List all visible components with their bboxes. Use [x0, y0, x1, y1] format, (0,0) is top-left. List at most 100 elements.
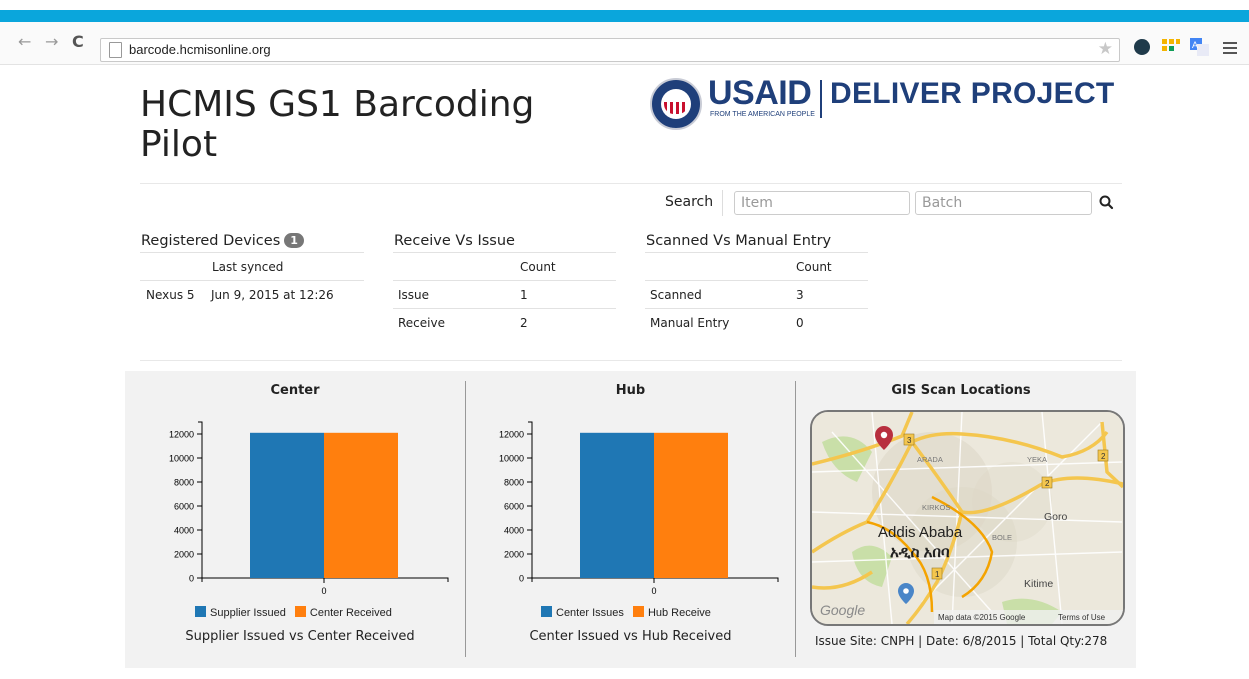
gis-title: GIS Scan Locations — [891, 383, 1031, 398]
device-name: Nexus 5 — [146, 288, 195, 302]
svm-scanned-count: 3 — [796, 288, 804, 302]
receive-vs-issue-title: Receive Vs Issue — [394, 233, 515, 249]
y-tick-label: 12000 — [499, 430, 524, 440]
item-search-field[interactable] — [734, 191, 910, 215]
svm-row-line — [645, 308, 868, 309]
svg-text:A: A — [1192, 40, 1198, 50]
devices-header-line — [140, 252, 364, 253]
batch-search-input[interactable] — [916, 192, 1091, 214]
logo-project: DELIVER PROJECT — [830, 77, 1115, 110]
browser-toolbar: ← → C barcode.hcmisonline.org ★ — [0, 22, 1249, 65]
usaid-deliver-logo: USAID FROM THE AMERICAN PEOPLE DELIVER P… — [650, 74, 1120, 130]
gis-footer: Issue Site: CNPH | Date: 6/8/2015 | Tota… — [815, 634, 1108, 648]
map-canvas[interactable]: ARADA YEKA KIRKOS Goro BOLE Kitime Addis… — [812, 412, 1123, 624]
url-text: barcode.hcmisonline.org — [129, 42, 271, 57]
legend-label: Center Issues — [556, 607, 624, 619]
hub-bar-chart: 0 2000 4000 6000 8000 10000 12000 0 — [499, 421, 779, 596]
gis-map[interactable]: ARADA YEKA KIRKOS Goro BOLE Kitime Addis… — [810, 410, 1125, 626]
y-tick-label: 4000 — [504, 526, 524, 536]
x-tick-label: 0 — [651, 586, 656, 596]
x-axis — [201, 577, 449, 582]
x-axis — [531, 577, 779, 582]
legend-label: Supplier Issued — [210, 607, 286, 619]
scanned-vs-manual-title: Scanned Vs Manual Entry — [646, 233, 832, 249]
section-divider — [140, 360, 1122, 361]
map-label: BOLE — [992, 533, 1012, 542]
y-tick-label: 0 — [189, 574, 194, 584]
svm-scanned-label: Scanned — [650, 288, 702, 302]
x-tick-label: 0 — [321, 586, 326, 596]
device-last-synced: Jun 9, 2015 at 12:26 — [211, 288, 334, 302]
road-marker-label: 2 — [1045, 479, 1050, 488]
back-icon[interactable]: ← — [18, 32, 31, 51]
y-tick-label: 2000 — [174, 550, 194, 560]
y-axis — [528, 421, 533, 579]
menu-icon[interactable] — [1223, 42, 1237, 54]
rvi-receive-count: 2 — [520, 316, 528, 330]
reload-icon[interactable]: C — [72, 32, 84, 51]
bookmark-star-icon[interactable]: ★ — [1098, 39, 1113, 59]
registered-devices-label: Registered Devices — [141, 233, 281, 249]
map-city-local-label: አዲስ አበባ — [890, 544, 950, 561]
legend-swatch — [195, 606, 206, 617]
y-tick-label: 6000 — [174, 502, 194, 512]
svm-manual-count: 0 — [796, 316, 804, 330]
bar-series-2 — [654, 432, 728, 578]
map-label: YEKA — [1027, 455, 1047, 464]
center-chart-title: Center — [270, 383, 320, 398]
logo-tagline: FROM THE AMERICAN PEOPLE — [710, 111, 815, 118]
hub-chart-title: Hub — [615, 383, 646, 398]
map-terms-link[interactable]: Terms of Use — [1058, 613, 1106, 622]
panel-divider — [465, 381, 466, 657]
search-icon[interactable] — [1098, 194, 1116, 212]
panel-divider — [795, 381, 796, 657]
road-marker-label: 3 — [907, 436, 912, 445]
address-bar[interactable]: barcode.hcmisonline.org ★ — [100, 38, 1120, 62]
y-tick-label: 8000 — [504, 478, 524, 488]
item-search-input[interactable] — [735, 192, 909, 214]
map-attribution: Map data ©2015 Google — [938, 613, 1026, 622]
center-chart-legend: Supplier Issued Center Received — [195, 606, 392, 619]
hub-chart-subtitle: Center Issued vs Hub Received — [529, 629, 732, 644]
svm-header-line — [645, 252, 868, 253]
y-tick-label: 2000 — [504, 550, 524, 560]
y-axis — [198, 421, 203, 579]
google-logo: Google — [820, 602, 865, 618]
y-tick-label: 0 — [519, 574, 524, 584]
search-label: Search — [665, 194, 714, 210]
map-label: Goro — [1044, 511, 1068, 523]
center-chart-subtitle: Supplier Issued vs Center Received — [185, 629, 415, 644]
svm-manual-label: Manual Entry — [650, 316, 730, 330]
y-tick-label: 4000 — [174, 526, 194, 536]
logo-divider — [820, 80, 822, 118]
bar-series-2 — [324, 432, 398, 578]
forward-icon[interactable]: → — [45, 32, 58, 51]
registered-devices-title: Registered Devices 1 — [141, 233, 304, 249]
bar-series-1 — [580, 432, 654, 578]
road-marker-label: 2 — [1101, 452, 1106, 461]
y-tick-label: 10000 — [499, 454, 524, 464]
center-bar-chart: 0 2000 4000 6000 8000 10000 12000 0 — [169, 421, 449, 596]
rvi-header-line — [393, 252, 616, 253]
extension-shield-icon[interactable] — [1134, 39, 1150, 55]
y-tick-label: 6000 — [504, 502, 524, 512]
svm-row-line — [645, 280, 868, 281]
device-count-badge: 1 — [284, 233, 304, 248]
legend-swatch — [541, 606, 552, 617]
hub-chart-legend: Center Issues Hub Receive — [541, 606, 711, 619]
legend-swatch — [294, 606, 306, 617]
window-top-band — [0, 0, 1249, 22]
rvi-count-header: Count — [520, 260, 556, 274]
svm-count-header: Count — [796, 260, 832, 274]
batch-search-field[interactable] — [915, 191, 1092, 215]
bar-series-1 — [250, 432, 324, 578]
map-city-label: Addis Ababa — [878, 524, 963, 541]
rvi-issue-count: 1 — [520, 288, 528, 302]
y-tick-label: 10000 — [169, 454, 194, 464]
y-tick-label: 12000 — [169, 430, 194, 440]
translate-icon[interactable]: A — [1190, 38, 1210, 56]
map-label: KIRKOS — [922, 503, 950, 512]
map-label: ARADA — [917, 455, 943, 464]
last-synced-header: Last synced — [212, 260, 284, 274]
extension-grid-icon[interactable] — [1162, 39, 1180, 55]
